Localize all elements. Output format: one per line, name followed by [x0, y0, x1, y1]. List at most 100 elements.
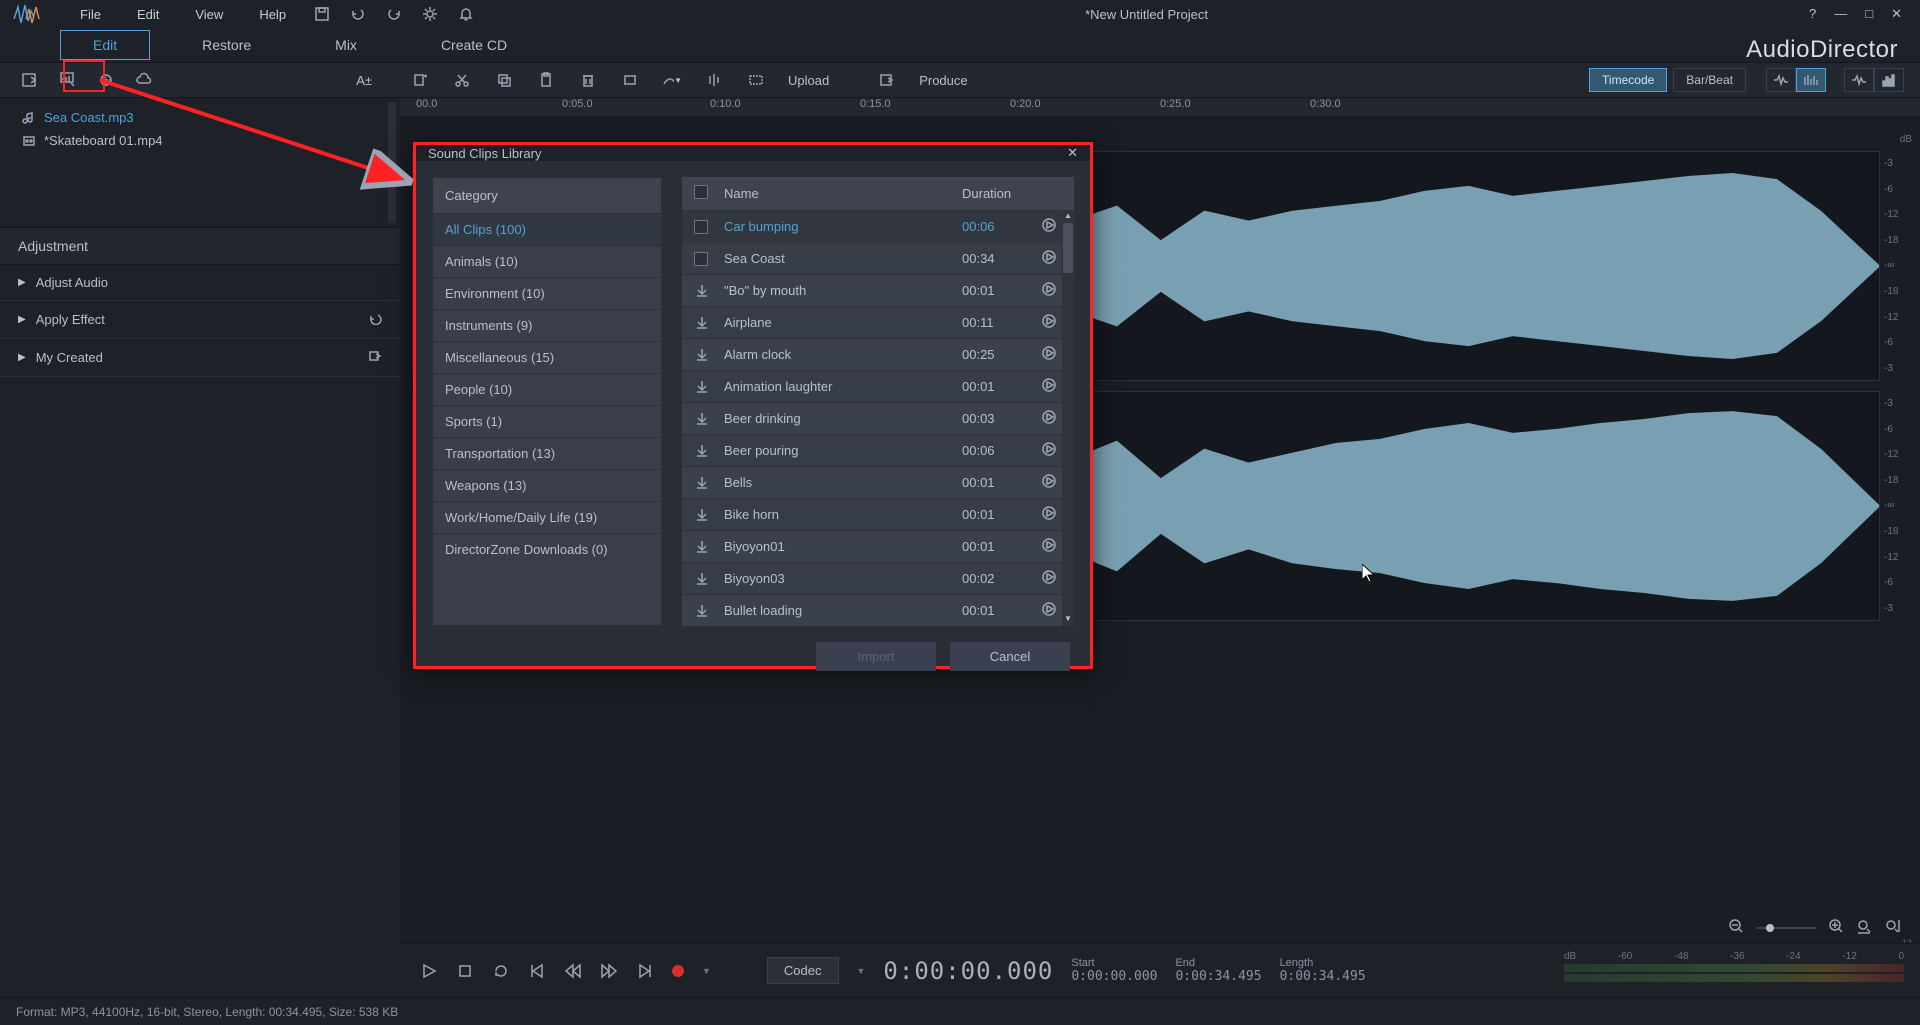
- rewind-icon[interactable]: [564, 962, 582, 980]
- zoom-in-icon[interactable]: [1828, 918, 1844, 939]
- fade-icon[interactable]: ▼: [662, 70, 682, 90]
- file-row[interactable]: Sea Coast.mp3: [0, 106, 400, 129]
- copy-icon[interactable]: [494, 70, 514, 90]
- category-item[interactable]: Transportation (13): [433, 437, 661, 469]
- menu-view[interactable]: View: [177, 7, 241, 22]
- download-icon[interactable]: [694, 507, 710, 523]
- download-icon[interactable]: [694, 539, 710, 555]
- download-icon[interactable]: [694, 347, 710, 363]
- stop-icon[interactable]: [456, 962, 474, 980]
- clip-row[interactable]: Alarm clock00:25: [682, 338, 1074, 370]
- clip-row[interactable]: Beer pouring00:06: [682, 434, 1074, 466]
- cut-icon[interactable]: [452, 70, 472, 90]
- clip-row[interactable]: Sea Coast00:34: [682, 242, 1074, 274]
- view-bars-icon[interactable]: [1874, 68, 1904, 92]
- delete-icon[interactable]: [578, 70, 598, 90]
- clip-row[interactable]: Airplane00:11: [682, 306, 1074, 338]
- category-item[interactable]: Miscellaneous (15): [433, 341, 661, 373]
- maximize-icon[interactable]: □: [1865, 6, 1873, 22]
- zoom-fit-v-icon[interactable]: [1884, 918, 1900, 939]
- clip-row[interactable]: Bike horn00:01: [682, 498, 1074, 530]
- bell-icon[interactable]: [448, 6, 484, 22]
- minimize-icon[interactable]: —: [1834, 6, 1847, 22]
- category-item[interactable]: Work/Home/Daily Life (19): [433, 501, 661, 533]
- save-icon[interactable]: [304, 6, 340, 22]
- play-preview-icon[interactable]: [1042, 474, 1062, 491]
- waveform-view-icon[interactable]: [1766, 68, 1796, 92]
- play-icon[interactable]: [420, 962, 438, 980]
- play-preview-icon[interactable]: [1042, 538, 1062, 555]
- crop-icon[interactable]: [620, 70, 640, 90]
- produce-icon[interactable]: [877, 70, 897, 90]
- zoom-fit-h-icon[interactable]: [1856, 918, 1872, 939]
- menu-help[interactable]: Help: [241, 7, 304, 22]
- dialog-close-icon[interactable]: ✕: [1067, 145, 1078, 161]
- play-preview-icon[interactable]: [1042, 346, 1062, 363]
- play-preview-icon[interactable]: [1042, 250, 1062, 267]
- category-item[interactable]: Environment (10): [433, 277, 661, 309]
- download-icon[interactable]: [694, 379, 710, 395]
- my-created-item[interactable]: ▶My Created: [0, 339, 400, 377]
- text-size-control[interactable]: A±: [356, 70, 372, 90]
- undo-icon[interactable]: [340, 6, 376, 22]
- skip-end-icon[interactable]: [636, 962, 654, 980]
- clip-row[interactable]: Biyoyon0100:01: [682, 530, 1074, 562]
- zoom-slider[interactable]: [1756, 927, 1816, 929]
- redo-icon[interactable]: [376, 6, 412, 22]
- menu-file[interactable]: File: [62, 7, 119, 22]
- paste-icon[interactable]: [536, 70, 556, 90]
- zoom-out-icon[interactable]: [1728, 918, 1744, 939]
- upload-button[interactable]: Upload: [788, 73, 829, 88]
- close-icon[interactable]: ✕: [1891, 6, 1902, 22]
- category-item[interactable]: All Clips (100): [433, 213, 661, 245]
- record-button[interactable]: [672, 965, 684, 977]
- category-item[interactable]: Sports (1): [433, 405, 661, 437]
- mode-tab-restore[interactable]: Restore: [170, 31, 283, 59]
- category-item[interactable]: Weapons (13): [433, 469, 661, 501]
- mode-tab-create-cd[interactable]: Create CD: [409, 31, 539, 59]
- category-item[interactable]: People (10): [433, 373, 661, 405]
- timecode-toggle[interactable]: Timecode: [1589, 68, 1667, 92]
- download-icon[interactable]: [694, 571, 710, 587]
- play-preview-icon[interactable]: [1042, 442, 1062, 459]
- duration-column-header[interactable]: Duration: [962, 186, 1062, 201]
- gear-icon[interactable]: [412, 6, 448, 22]
- clip-row[interactable]: Beer drinking00:03: [682, 402, 1074, 434]
- download-icon[interactable]: [694, 315, 710, 331]
- scroll-down-icon[interactable]: ▼: [1062, 614, 1074, 626]
- zoom-selection-icon[interactable]: [746, 70, 766, 90]
- play-preview-icon[interactable]: [1042, 282, 1062, 299]
- cancel-button[interactable]: Cancel: [950, 642, 1070, 671]
- scrollbar[interactable]: [388, 102, 396, 223]
- skip-start-icon[interactable]: [528, 962, 546, 980]
- record-icon[interactable]: [96, 70, 116, 90]
- normalize-icon[interactable]: [704, 70, 724, 90]
- add-marker-icon[interactable]: [410, 70, 430, 90]
- clips-scrollbar[interactable]: ▲ ▼: [1062, 211, 1074, 626]
- play-preview-icon[interactable]: [1042, 570, 1062, 587]
- codec-button[interactable]: Codec: [767, 957, 839, 984]
- clip-checkbox[interactable]: [694, 220, 708, 234]
- download-icon[interactable]: [694, 411, 710, 427]
- clip-row[interactable]: Car bumping00:06: [682, 210, 1074, 242]
- produce-button[interactable]: Produce: [919, 73, 967, 88]
- apply-effect-item[interactable]: ▶Apply Effect: [0, 301, 400, 339]
- category-item[interactable]: Animals (10): [433, 245, 661, 277]
- play-preview-icon[interactable]: [1042, 506, 1062, 523]
- clip-checkbox[interactable]: [694, 252, 708, 266]
- file-row[interactable]: *Skateboard 01.mp4: [0, 129, 400, 152]
- download-icon[interactable]: [694, 475, 710, 491]
- sound-library-icon[interactable]: [58, 70, 78, 90]
- name-column-header[interactable]: Name: [724, 186, 962, 201]
- download-icon[interactable]: [694, 443, 710, 459]
- timeline-ruler[interactable]: 00.0 0:05.0 0:10.0 0:15.0 0:20.0 0:25.0 …: [400, 98, 1920, 116]
- select-all-checkbox[interactable]: [694, 185, 708, 199]
- category-item[interactable]: Instruments (9): [433, 309, 661, 341]
- cloud-icon[interactable]: [134, 70, 154, 90]
- help-icon[interactable]: ?: [1809, 6, 1816, 22]
- mode-tab-edit[interactable]: Edit: [60, 30, 150, 60]
- play-preview-icon[interactable]: [1042, 378, 1062, 395]
- download-icon[interactable]: [694, 603, 710, 619]
- menu-edit[interactable]: Edit: [119, 7, 177, 22]
- clip-row[interactable]: Biyoyon0300:02: [682, 562, 1074, 594]
